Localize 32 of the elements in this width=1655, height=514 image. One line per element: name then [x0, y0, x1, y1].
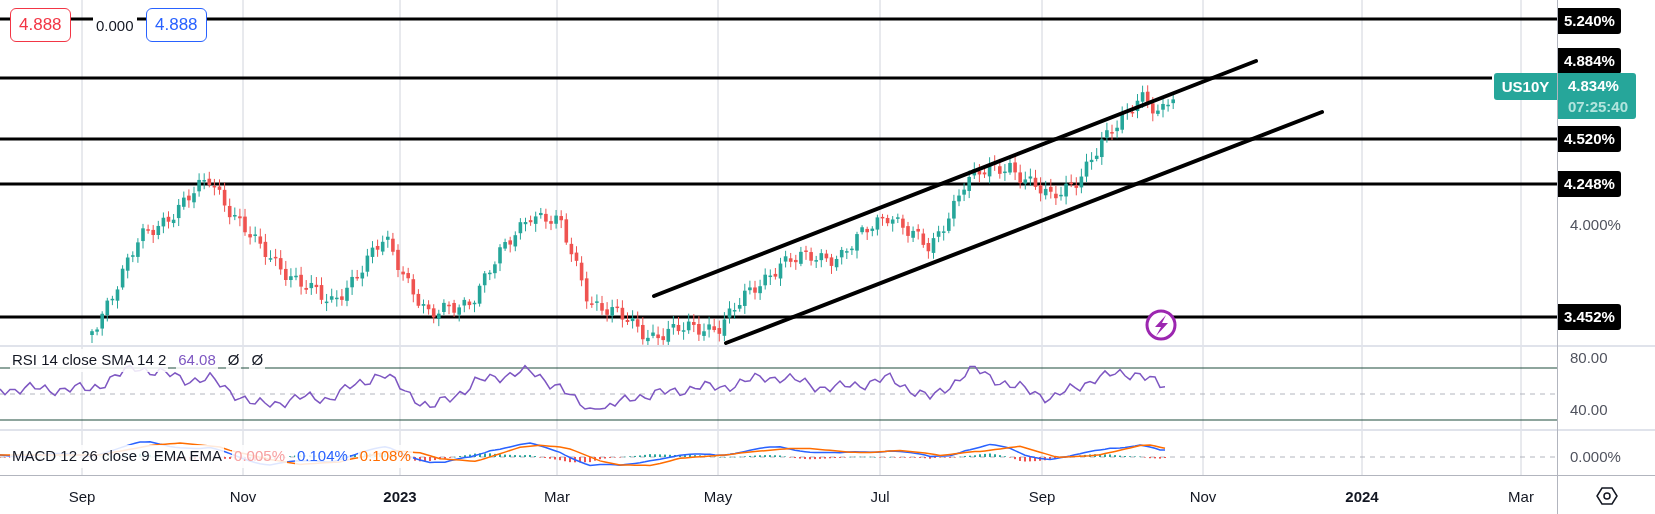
lightning-icon[interactable] [1145, 309, 1177, 341]
macd-value: 0.108% [357, 445, 413, 468]
macd-legend[interactable]: MACD 12 26 close 9 EMA EMA [10, 445, 225, 468]
price-axis-label: 4.000% [1570, 215, 1621, 235]
time-axis-label: May [703, 487, 733, 507]
time-axis-label: 2024 [1345, 487, 1379, 507]
rsi-axis-label: 80.00 [1570, 348, 1608, 368]
time-axis-label: Nov [1189, 487, 1217, 507]
time-axis-label: 2023 [383, 487, 417, 507]
time-axis-label: Mar [1508, 487, 1534, 507]
price-level-label: 4.248% [1558, 171, 1621, 197]
symbol-tag: US10Y [1494, 73, 1557, 100]
trend-line[interactable] [724, 110, 1324, 345]
macd-value: 0.005% [232, 445, 287, 468]
settings-icon[interactable] [1596, 485, 1618, 507]
trend-line[interactable] [652, 59, 1258, 298]
price-level-label: 4.520% [1558, 126, 1621, 152]
time-axis-label: Mar [544, 487, 570, 507]
time-axis-label: Nov [229, 487, 257, 507]
price-level-label: 3.452% [1558, 304, 1621, 330]
current-price-label: 4.834% 07:25:40 [1558, 73, 1637, 119]
price-level-label: 4.884% [1558, 48, 1621, 74]
macd-axis-label: 0.000% [1570, 447, 1621, 467]
buy-price-button[interactable]: 4.888 [146, 8, 207, 42]
time-axis-label: Jul [870, 487, 890, 507]
time-axis-label: Sep [68, 487, 96, 507]
sell-price-button[interactable]: 4.888 [10, 8, 71, 42]
price-level-label: 5.240% [1558, 8, 1621, 34]
rsi-axis-label: 40.00 [1570, 400, 1608, 420]
rsi-legend[interactable]: RSI 14 close SMA 14 2 [10, 349, 169, 372]
time-axis-label: Sep [1028, 487, 1056, 507]
horizontal-level-line[interactable] [0, 315, 1557, 319]
